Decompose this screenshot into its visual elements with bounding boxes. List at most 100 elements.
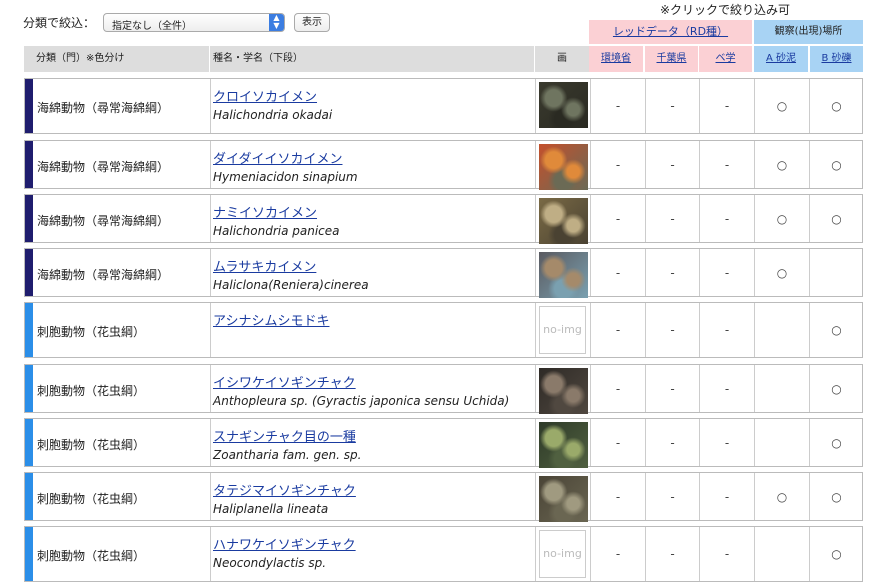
image-cell xyxy=(535,473,590,522)
b-value: ○ xyxy=(831,382,842,396)
benthos-cell: - xyxy=(699,303,754,357)
category-color-stripe xyxy=(25,79,33,133)
species-photo-thumbnail[interactable] xyxy=(539,144,588,190)
red-data-group-header[interactable]: レッドデータ（RD種） xyxy=(589,20,752,44)
a-value: ○ xyxy=(776,490,788,504)
b-value: ○ xyxy=(831,547,842,561)
env-value: - xyxy=(615,99,621,113)
species-photo-thumbnail[interactable] xyxy=(539,422,588,468)
b-filter-link[interactable]: B 砂礫 xyxy=(821,53,851,64)
b-cell: ○ xyxy=(809,527,863,581)
category-color-stripe xyxy=(25,365,33,412)
species-link[interactable]: ハナワケイソギンチャク xyxy=(213,534,356,553)
a-cell xyxy=(754,365,809,412)
species-link[interactable]: ナミイソカイメン xyxy=(213,202,317,221)
a-cell xyxy=(754,303,809,357)
image-cell xyxy=(535,195,590,244)
table-row: 海綿動物（尋常海綿綱） ナミイソカイメン Halichondria panice… xyxy=(24,194,863,244)
category-color-stripe xyxy=(25,473,33,520)
a-value: ○ xyxy=(776,158,788,172)
b-cell: ○ xyxy=(809,141,863,188)
b-cell: ○ xyxy=(809,365,863,412)
benthos-value: - xyxy=(724,436,730,450)
b-value: ○ xyxy=(831,436,842,450)
benthos-filter-link[interactable]: ベ学 xyxy=(716,53,736,64)
chevron-updown-icon: ▲ ▼ xyxy=(269,14,284,31)
benthos-value: - xyxy=(724,266,730,280)
species-link[interactable]: ムラサキカイメン xyxy=(213,256,316,275)
show-button[interactable]: 表示 xyxy=(294,13,330,32)
header-chiba[interactable]: 千葉県 xyxy=(644,46,698,72)
benthos-value: - xyxy=(724,323,730,337)
env-value: - xyxy=(615,382,621,396)
species-photo-thumbnail[interactable] xyxy=(539,252,588,298)
red-data-link[interactable]: レッドデータ（RD種） xyxy=(613,25,728,38)
chiba-value: - xyxy=(670,323,675,337)
header-benthos[interactable]: ベ学 xyxy=(698,46,752,72)
a-filter-link[interactable]: A 砂泥 xyxy=(766,53,796,64)
species-link[interactable]: スナギンチャク目の一種 xyxy=(213,426,356,445)
table-row: 海綿動物（尋常海綿綱） ダイダイイソカイメン Hymeniacidon sina… xyxy=(24,140,863,190)
header-a[interactable]: A 砂泥 xyxy=(754,46,808,72)
a-cell xyxy=(754,527,809,581)
species-link[interactable]: タテジマイソギンチャク xyxy=(213,480,356,499)
chiba-value: - xyxy=(670,436,675,450)
b-cell xyxy=(809,249,863,296)
chiba-value: - xyxy=(670,266,675,280)
category-select[interactable]: 指定なし（全件） ▲ ▼ xyxy=(103,13,285,32)
name-cell: イシワケイソギンチャク Anthopleura sp. (Gyractis ja… xyxy=(210,365,535,412)
category-text: 刺胞動物（花虫綱） xyxy=(37,325,146,339)
a-cell: ○ xyxy=(754,141,809,188)
category-text: 海綿動物（尋常海綿綱） xyxy=(37,268,170,282)
species-link[interactable]: クロイソカイメン xyxy=(213,86,317,105)
table-row: 刺胞動物（花虫綱） タテジマイソギンチャク Haliplanella linea… xyxy=(24,472,863,522)
image-cell xyxy=(535,249,590,298)
env-cell: - xyxy=(590,195,645,242)
a-cell xyxy=(754,419,809,466)
name-cell: アシナシムシモドキ xyxy=(210,303,535,357)
header-b[interactable]: B 砂礫 xyxy=(809,46,863,72)
species-photo-thumbnail[interactable] xyxy=(539,82,588,128)
image-cell xyxy=(535,79,590,133)
species-link[interactable]: イシワケイソギンチャク xyxy=(213,372,356,391)
name-cell: タテジマイソギンチャク Haliplanella lineata xyxy=(210,473,535,520)
env-cell: - xyxy=(590,141,645,188)
env-value: - xyxy=(615,547,621,561)
header-image: 画 xyxy=(534,46,589,72)
env-value: - xyxy=(615,436,621,450)
chiba-cell: - xyxy=(645,473,699,520)
species-link[interactable]: アシナシムシモドキ xyxy=(213,310,329,329)
species-photo-thumbnail[interactable] xyxy=(539,198,588,244)
category-text: 刺胞動物（花虫綱） xyxy=(37,384,146,398)
scientific-name: Zoantharia fam. gen. sp. xyxy=(213,448,362,462)
category-color-stripe xyxy=(25,195,33,242)
benthos-cell: - xyxy=(699,79,754,133)
benthos-value: - xyxy=(724,547,730,561)
species-photo-thumbnail[interactable] xyxy=(539,368,588,414)
env-cell: - xyxy=(590,473,645,520)
name-cell: スナギンチャク目の一種 Zoantharia fam. gen. sp. xyxy=(210,419,535,466)
a-value: ○ xyxy=(776,212,788,226)
benthos-value: - xyxy=(724,382,730,396)
a-value: ○ xyxy=(776,266,788,280)
scientific-name: Anthopleura sp. (Gyractis japonica sensu… xyxy=(213,394,510,408)
scientific-name: Halichondria panicea xyxy=(213,224,340,238)
chiba-cell: - xyxy=(645,195,699,242)
a-cell: ○ xyxy=(754,473,809,520)
env-filter-link[interactable]: 環境省 xyxy=(601,53,631,64)
table-row: 刺胞動物（花虫綱） スナギンチャク目の一種 Zoantharia fam. ge… xyxy=(24,418,863,468)
benthos-value: - xyxy=(724,490,730,504)
filter-label: 分類で絞込： xyxy=(23,16,96,30)
species-photo-thumbnail[interactable] xyxy=(539,476,588,522)
observation-group-header: 観察(出現)場所 xyxy=(754,20,863,44)
b-value: ○ xyxy=(831,490,842,504)
header-env[interactable]: 環境省 xyxy=(589,46,643,72)
no-image-placeholder: no-img xyxy=(539,306,586,354)
image-cell: no-img xyxy=(535,303,590,357)
species-link[interactable]: ダイダイイソカイメン xyxy=(213,148,342,167)
chiba-value: - xyxy=(670,490,675,504)
chiba-filter-link[interactable]: 千葉県 xyxy=(657,53,687,64)
scientific-name: Halichondria okadai xyxy=(213,108,333,122)
table-row: 刺胞動物（花虫綱） ハナワケイソギンチャク Neocondylactis sp.… xyxy=(24,526,863,582)
chiba-cell: - xyxy=(645,303,699,357)
